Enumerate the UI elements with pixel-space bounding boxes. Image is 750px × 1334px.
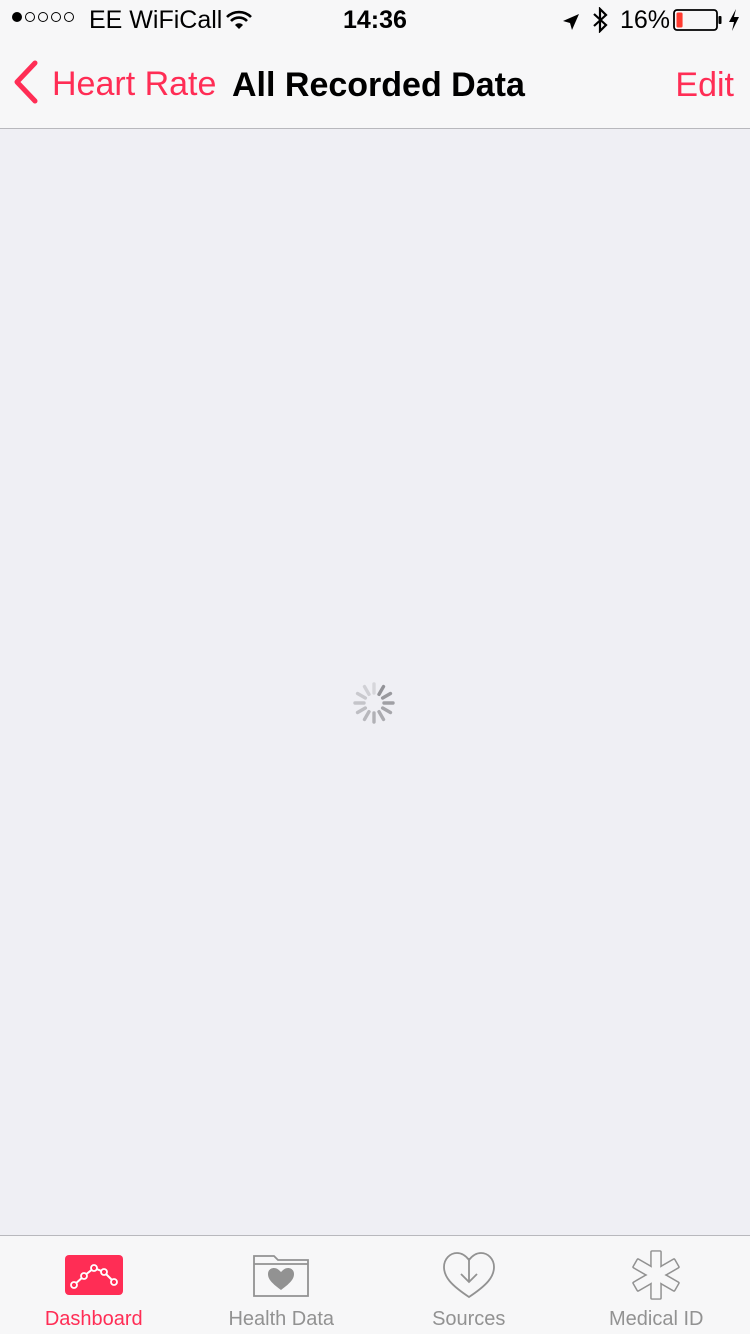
spinner-spoke (380, 706, 393, 715)
dashboard-chart-icon (64, 1250, 124, 1300)
tab-sources-label: Sources (432, 1308, 506, 1330)
back-button[interactable]: Heart Rate (12, 60, 217, 109)
signal-dot (12, 12, 22, 22)
spinner-spoke (377, 709, 386, 722)
medical-id-asterisk-icon (626, 1250, 686, 1300)
signal-strength (12, 12, 74, 22)
page-title: All Recorded Data (232, 66, 525, 104)
spinner-spoke (362, 684, 371, 697)
loading-spinner-icon (353, 682, 395, 724)
spinner-spoke (355, 691, 368, 700)
screen: EE WiFiCall 14:36 16% Heart Rate All Rec… (0, 0, 750, 1334)
chevron-left-icon (12, 60, 38, 109)
spinner-spoke (355, 706, 368, 715)
wifi-icon (226, 8, 252, 36)
status-time: 14:36 (343, 6, 407, 34)
tab-bar: Dashboard Health Data Sources Medical ID (0, 1235, 750, 1334)
edit-button[interactable]: Edit (675, 66, 734, 105)
signal-dot (64, 12, 74, 22)
charging-bolt-icon (727, 8, 741, 38)
tab-health-data[interactable]: Health Data (188, 1236, 376, 1334)
spinner-spoke (362, 709, 371, 722)
status-bar: EE WiFiCall 14:36 16% (0, 0, 750, 40)
signal-dot (51, 12, 61, 22)
tab-medical-id-label: Medical ID (609, 1308, 704, 1330)
spinner-spoke (380, 691, 393, 700)
navigation-bar: Heart Rate All Recorded Data Edit (0, 40, 750, 128)
location-arrow-icon (561, 10, 581, 38)
bluetooth-icon (591, 6, 609, 39)
spinner-spoke (377, 684, 386, 697)
tab-sources[interactable]: Sources (375, 1236, 563, 1334)
tab-dashboard-label: Dashboard (44, 1308, 143, 1330)
top-bar: EE WiFiCall 14:36 16% Heart Rate All Rec… (0, 0, 750, 129)
carrier-name: EE WiFiCall (89, 6, 223, 34)
signal-dot (38, 12, 48, 22)
health-data-folder-heart-icon (251, 1250, 311, 1300)
signal-dot (25, 12, 35, 22)
tab-health-data-label: Health Data (228, 1308, 335, 1330)
tab-medical-id[interactable]: Medical ID (563, 1236, 750, 1334)
tab-dashboard[interactable]: Dashboard (0, 1236, 188, 1334)
battery-percentage: 16% (620, 6, 671, 34)
back-button-label: Heart Rate (52, 64, 217, 103)
sources-heart-download-icon (439, 1250, 499, 1300)
battery-icon (673, 9, 723, 37)
